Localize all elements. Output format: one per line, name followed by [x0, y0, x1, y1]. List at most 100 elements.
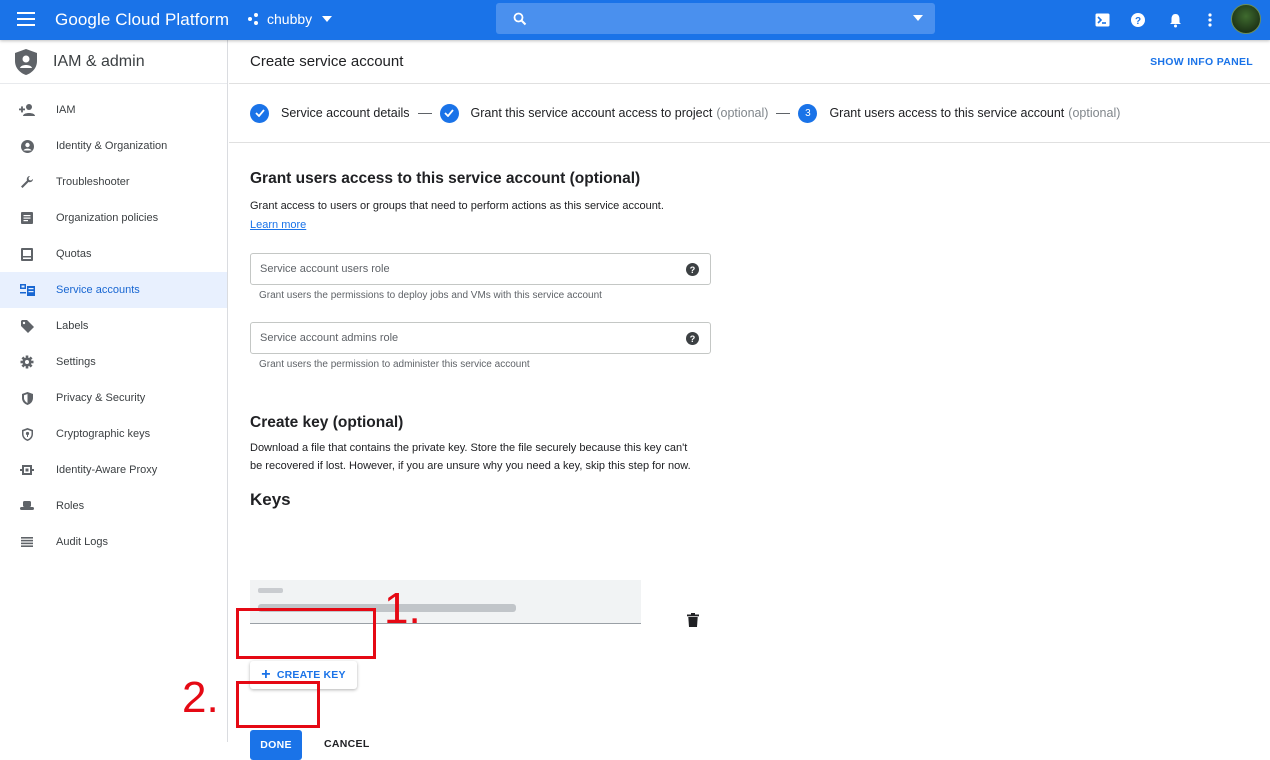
learn-more-link[interactable]: Learn more	[250, 219, 306, 231]
sidebar-item-label: Organization policies	[56, 212, 159, 224]
policy-doc-icon	[19, 210, 35, 226]
step-separator	[776, 112, 791, 114]
sidebar-item-label: Settings	[56, 356, 96, 368]
users-role-hint: Grant users the permissions to deploy jo…	[259, 290, 602, 301]
sidebar-item-roles[interactable]: Roles	[0, 488, 227, 524]
page-title: Create service account	[250, 53, 404, 70]
step-form: Grant users access to this service accou…	[250, 170, 720, 760]
sidebar-item-label: Identity & Organization	[56, 140, 168, 152]
annotation-label-1: 1.	[384, 584, 421, 633]
search-icon	[513, 12, 527, 26]
product-title[interactable]: Google Cloud Platform	[55, 10, 229, 30]
label-tag-icon	[19, 318, 35, 334]
search-input[interactable]	[496, 3, 935, 34]
sidebar-item-label: Audit Logs	[56, 536, 108, 548]
sidebar-item-cryptographic-keys[interactable]: Cryptographic keys	[0, 416, 227, 452]
service-account-icon	[19, 282, 35, 298]
cancel-button[interactable]: CANCEL	[324, 738, 370, 750]
annotation-box-create-key	[236, 608, 376, 659]
list-icon	[19, 534, 35, 550]
step-label: Grant this service account access to pro…	[470, 106, 713, 120]
gear-icon	[19, 354, 35, 370]
admins-role-input[interactable]	[260, 332, 660, 344]
step-label: Grant users access to this service accou…	[829, 106, 1065, 120]
help-icon[interactable]: ?	[686, 263, 699, 276]
sidebar-item-labels[interactable]: Labels	[0, 308, 227, 344]
step-grant-users-access[interactable]: 3 Grant users access to this service acc…	[798, 103, 1121, 123]
hamburger-menu-icon[interactable]	[17, 12, 35, 26]
project-dots-icon	[248, 13, 260, 25]
person-add-icon	[19, 102, 35, 118]
sidebar-item-identity-aware-proxy[interactable]: Identity-Aware Proxy	[0, 452, 227, 488]
create-key-description: Download a file that contains the privat…	[250, 442, 691, 472]
sidebar-nav: IAM Identity & Organization Troubleshoot…	[0, 84, 227, 560]
notifications-bell-icon[interactable]	[1166, 11, 1184, 29]
sidebar: IAM & admin IAM Identity & Organization …	[0, 40, 228, 742]
done-button[interactable]: DONE	[250, 730, 302, 760]
check-circle-icon	[250, 103, 269, 123]
roles-hat-icon	[19, 498, 35, 514]
users-role-field[interactable]: ?	[250, 253, 711, 285]
sidebar-item-label: IAM	[56, 104, 76, 116]
annotation-box-done	[236, 681, 320, 728]
quota-icon	[19, 246, 35, 262]
step-label: Service account details	[281, 106, 410, 120]
key-id-label-blurred	[258, 588, 283, 593]
account-circle-icon	[19, 138, 35, 154]
svg-text:?: ?	[1135, 16, 1141, 27]
sidebar-item-label: Labels	[56, 320, 89, 332]
wrench-icon	[19, 174, 35, 190]
sidebar-item-quotas[interactable]: Quotas	[0, 236, 227, 272]
sidebar-header: IAM & admin	[0, 40, 227, 84]
create-key-heading: Create key (optional)	[250, 414, 404, 431]
sidebar-item-label: Service accounts	[56, 284, 140, 296]
sidebar-item-label: Troubleshooter	[56, 176, 130, 188]
sidebar-item-identity-organization[interactable]: Identity & Organization	[0, 128, 227, 164]
sidebar-item-privacy-security[interactable]: Privacy & Security	[0, 380, 227, 416]
sidebar-item-settings[interactable]: Settings	[0, 344, 227, 380]
sidebar-item-label: Cryptographic keys	[56, 428, 151, 440]
step-number: 3	[798, 103, 818, 123]
sidebar-item-service-accounts[interactable]: Service accounts	[0, 272, 227, 308]
create-key-label: CREATE KEY	[276, 669, 346, 681]
sidebar-item-label: Privacy & Security	[56, 392, 146, 404]
more-vert-icon[interactable]	[1201, 11, 1219, 29]
sidebar-item-iam[interactable]: IAM	[0, 92, 227, 128]
sidebar-item-label: Identity-Aware Proxy	[56, 464, 158, 476]
page-header: Create service account SHOW INFO PANEL	[229, 40, 1270, 84]
help-icon[interactable]: ?	[1129, 11, 1147, 29]
sidebar-item-audit-logs[interactable]: Audit Logs	[0, 524, 227, 560]
show-info-panel-button[interactable]: SHOW INFO PANEL	[1150, 56, 1253, 68]
avatar[interactable]	[1231, 4, 1261, 34]
chevron-down-icon	[322, 16, 333, 22]
sidebar-item-organization-policies[interactable]: Organization policies	[0, 200, 227, 236]
sidebar-title: IAM & admin	[53, 52, 145, 70]
sidebar-item-label: Roles	[56, 500, 85, 512]
keys-heading: Keys	[250, 490, 291, 509]
step-separator	[417, 112, 432, 114]
proxy-icon	[19, 462, 35, 478]
stepper: Service account details Grant this servi…	[229, 84, 1270, 143]
project-name: chubby	[267, 11, 313, 27]
step-optional: (optional)	[716, 106, 769, 120]
help-icon[interactable]: ?	[686, 332, 699, 345]
project-selector[interactable]: chubby	[248, 11, 333, 27]
shield-key-icon	[19, 426, 35, 442]
users-role-input[interactable]	[260, 263, 660, 275]
step-grant-project-access[interactable]: Grant this service account access to pro…	[439, 103, 769, 123]
grant-users-heading: Grant users access to this service accou…	[250, 170, 641, 187]
step-service-account-details[interactable]: Service account details	[250, 103, 410, 123]
step-optional: (optional)	[1068, 106, 1121, 120]
grant-users-description: Grant access to users or groups that nee…	[250, 200, 664, 212]
admins-role-hint: Grant users the permission to administer…	[259, 359, 530, 370]
main-content: Create service account SHOW INFO PANEL S…	[229, 40, 1270, 760]
admins-role-field[interactable]: ?	[250, 322, 711, 354]
check-circle-icon	[439, 103, 459, 123]
sidebar-item-troubleshooter[interactable]: Troubleshooter	[0, 164, 227, 200]
search-dropdown-chevron-icon[interactable]	[913, 15, 923, 21]
cloud-shell-icon[interactable]	[1093, 11, 1111, 29]
iam-shield-icon	[15, 48, 37, 75]
shield-icon	[19, 390, 35, 406]
trash-icon[interactable]	[687, 613, 699, 627]
top-app-bar: Google Cloud Platform chubby ?	[0, 0, 1270, 40]
